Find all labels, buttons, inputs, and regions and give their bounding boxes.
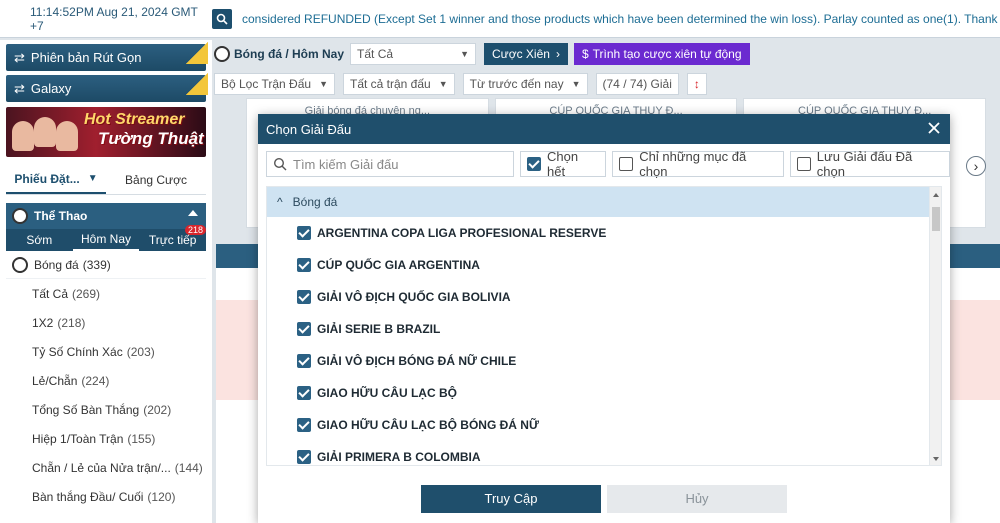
league-search-input[interactable] [293,156,503,172]
league-list: ^ Bóng đá ARGENTINA COPA LIGA PROFESIONA… [266,186,942,466]
chevron-down-icon: ▼ [319,79,328,89]
checkbox-checked[interactable] [297,226,311,240]
lite-version-banner[interactable]: ⇄ Phiên bản Rút Gọn [6,42,208,71]
modal-footer: Truy Cập Hủy [258,474,950,523]
search-icon [216,13,228,25]
main-toolbar: Bóng đá / Hôm Nay Tất Cả ▼ Cược Xiên › $ Tr… [214,42,750,66]
galaxy-banner[interactable]: ⇄ Galaxy [6,73,208,102]
search-button[interactable] [212,8,232,29]
chevron-right-icon: › [973,158,979,174]
parlay-button[interactable]: Cược Xiên › [484,43,568,65]
checkbox-checked[interactable] [297,450,311,464]
checkbox-checked[interactable] [297,322,311,336]
soccer-ball-icon [12,256,28,273]
tab-betslip[interactable]: Phiếu Đặt... ▼ [6,165,106,194]
search-icon [273,157,287,171]
league-item[interactable]: CÚP QUỐC GIA ARGENTINA [267,249,941,281]
league-group-header[interactable]: ^ Bóng đá [267,187,941,217]
close-icon [928,122,940,134]
submit-button[interactable]: Truy Cập [421,484,601,513]
chevron-down-icon: ▼ [87,173,98,184]
checkbox-checked[interactable] [297,290,311,304]
soccer-ball-icon [214,46,230,62]
streamer-image [10,111,80,157]
chevron-up-icon: ^ [277,195,283,209]
time-subtabs: Sớm Hôm Nay Trực tiếp 218 [6,225,207,251]
sport-soccer[interactable]: Bóng đá (339) [6,251,206,279]
league-item[interactable]: GIẢI VÔ ĐỊCH QUỐC GIA BOLIVIA [267,281,941,313]
modal-filter-bar: Chọn hết Chỉ những mục đã chọn Lưu Giải … [258,144,950,184]
new-tag-icon [186,73,208,95]
save-selected-toggle[interactable]: Lưu Giải đấu Đã chọn [789,149,950,179]
bet-tabs: Phiếu Đặt... ▼ Bảng Cược [6,165,206,195]
chevron-down-icon: ▼ [571,79,581,89]
chevron-up-icon[interactable] [188,210,198,216]
checkbox-unchecked[interactable] [619,157,634,171]
league-item[interactable]: GIẢI PRIMERA B COLOMBIA [267,441,941,465]
league-item[interactable]: GIẢI SERIE B BRAZIL [267,313,941,345]
live-count-badge: 218 [184,225,207,235]
menu-item[interactable]: Bàn thắng Đầu/ Cuối (120) [6,482,206,511]
swap-icon: ⇄ [14,80,25,96]
league-item[interactable]: GIẢI VÔ ĐỊCH BÓNG ĐÁ NỮ CHILE [267,345,941,377]
announcement-marquee: considered REFUNDED (Except Set 1 winner… [242,11,1000,26]
scroll-up-icon [933,193,939,197]
league-select-modal: Chọn Giải Đấu Chọn hết Chỉ những mục đã … [258,114,950,523]
menu-item[interactable]: Tất Cả (269) [6,279,206,308]
menu-item[interactable]: Tổng Số Bàn Thắng (202) [6,395,206,424]
list-scrollbar[interactable] [929,187,941,465]
modal-title: Chọn Giải Đấu [266,121,352,137]
clock: 11:14:52PM Aug 21, 2024 GMT +7 [30,4,198,33]
filter-row: Bộ Lọc Trận Đấu ▼ Tất cả trận đấu ▼ Từ trư… [214,72,707,96]
chevron-down-icon: ▼ [438,79,448,89]
cancel-button[interactable]: Hủy [607,484,787,513]
sports-header[interactable]: Thể Thao [6,203,206,229]
league-search[interactable] [266,151,515,177]
checkbox-checked[interactable] [297,386,311,400]
checkbox-checked[interactable] [297,258,311,272]
sort-icon: ↕ [693,77,700,91]
menu-item[interactable]: Lẻ/Chẵn (224) [6,366,206,395]
swap-icon: ⇄ [14,49,25,65]
checkbox-checked[interactable] [297,418,311,432]
scroll-thumb [932,207,940,231]
hot-streamer-promo[interactable]: Hot Streamer Tường Thuật [6,107,206,157]
checkbox-checked[interactable] [527,157,542,171]
subtab-live[interactable]: Trực tiếp 218 [139,225,207,251]
league-item[interactable]: GIAO HỮU CÂU LẠC BỘ BÓNG ĐÁ NỮ [267,409,941,441]
subtab-early[interactable]: Sớm [6,229,73,251]
menu-item[interactable]: Hiệp 1/Toàn Trận (155) [6,424,206,453]
league-filter-select[interactable]: Bộ Lọc Trận Đấu ▼ [214,73,335,95]
close-button[interactable] [924,118,944,138]
only-selected-toggle[interactable]: Chỉ những mục đã chọn [612,149,784,179]
menu-item[interactable]: 1X2 (218) [6,308,206,337]
league-item[interactable]: ARGENTINA COPA LIGA PROFESIONAL RESERVE [267,217,941,249]
checkbox-checked[interactable] [297,354,311,368]
market-select[interactable]: Tất Cả ▼ [350,43,477,65]
scroll-down-icon [933,457,939,461]
modal-header: Chọn Giải Đấu [258,114,950,144]
auto-parlay-button[interactable]: $ Trình tạo cược xiên tự động [573,43,750,65]
subtab-today[interactable]: Hôm Nay [72,229,140,251]
carousel-next-button[interactable]: › [966,156,986,176]
dollar-icon: $ [581,47,589,61]
menu-item[interactable]: Tỷ Số Chính Xác (203) [6,337,206,366]
new-tag-icon [186,42,208,64]
top-bar: 11:14:52PM Aug 21, 2024 GMT +7 considere… [0,0,1000,38]
chevron-right-icon: › [555,47,560,61]
tab-bet-board[interactable]: Bảng Cược [106,165,206,194]
league-item[interactable]: GIAO HỮU CÂU LẠC BỘ [267,377,941,409]
time-filter-select[interactable]: Từ trước đến nay ▼ [462,73,588,95]
checkbox-unchecked[interactable] [796,157,811,171]
page-title: Bóng đá / Hôm Nay [234,47,345,61]
menu-item[interactable]: Chẵn / Lẻ của Nửa trận/... (144) [6,453,206,482]
left-sidebar: ⇄ Phiên bản Rút Gọn ⇄ Galaxy Hot Streame… [0,40,212,523]
soccer-ball-icon [12,208,28,224]
select-all-toggle[interactable]: Chọn hết [520,149,607,179]
match-filter-select[interactable]: Tất cả trận đấu ▼ [342,73,455,95]
chevron-down-icon: ▼ [460,49,470,59]
league-count[interactable]: (74 / 74) Giải [595,73,679,95]
sort-button[interactable]: ↕ [686,73,707,95]
